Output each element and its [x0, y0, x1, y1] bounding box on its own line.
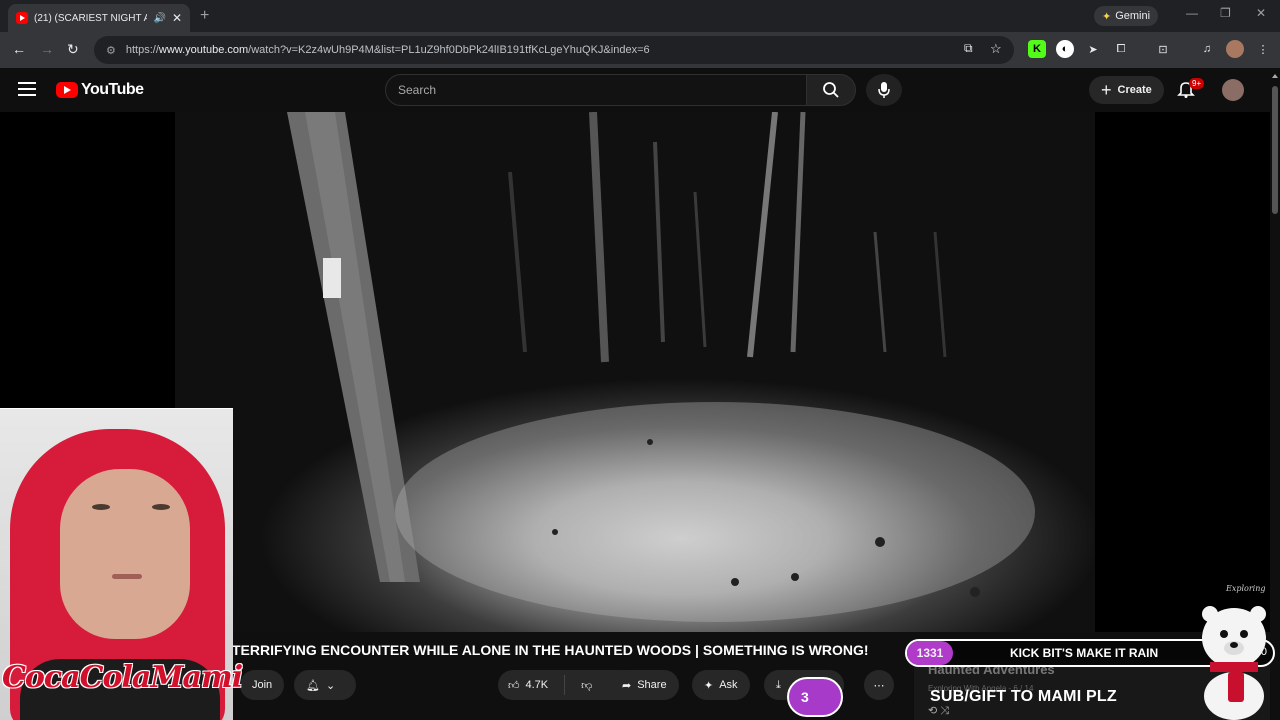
speaker-icon[interactable]: 🔊 [153, 13, 165, 24]
tab-title: (21) (SCARIEST NIGHT ALO [34, 12, 148, 24]
webcam-face [60, 469, 190, 639]
more-actions-button[interactable]: ⋯ [864, 670, 894, 700]
restore-icon[interactable]: ❐ [1220, 6, 1231, 20]
create-button[interactable]: + Create [1089, 76, 1164, 104]
tab-search-icon[interactable]: ⊡ [1154, 40, 1172, 58]
close-window-icon[interactable]: ✕ [1256, 6, 1266, 20]
youtube-logo[interactable]: YouTube [56, 81, 144, 99]
account-avatar[interactable] [1222, 79, 1244, 101]
dislike-button[interactable]: 👎︎ [571, 670, 602, 700]
bookmark-star-icon[interactable]: ☆ [990, 41, 1002, 57]
install-app-icon[interactable]: ⧉ [964, 41, 973, 56]
browser-tab[interactable]: (21) (SCARIEST NIGHT ALO 🔊 ✕ [8, 4, 190, 32]
bell-icon: 🔔︎ [306, 679, 320, 692]
youtube-play-icon [56, 82, 78, 98]
subscription-bell-button[interactable]: 🔔︎ ⌄ [294, 670, 356, 700]
back-icon[interactable]: ← [12, 41, 26, 57]
extension-arrow-icon[interactable]: ➤ [1084, 40, 1102, 58]
plus-icon: + [1101, 79, 1112, 100]
minimize-icon[interactable]: — [1186, 6, 1198, 20]
notification-badge: 9+ [1189, 78, 1205, 89]
chevron-down-icon: ⌄ [325, 679, 336, 692]
polar-bear-mascot-icon [1202, 606, 1266, 720]
bear-label: Exploring [1226, 584, 1266, 593]
youtube-logo-text: YouTube [81, 81, 144, 98]
browser-menu-icon[interactable]: ⋮ [1254, 40, 1272, 58]
extension-circle-icon[interactable]: ◐ [1056, 40, 1074, 58]
browser-tab-bar: (21) (SCARIEST NIGHT ALO 🔊 ✕ + ✦ Gemini … [0, 0, 1280, 32]
sparkle-icon: ✦ [704, 679, 714, 692]
profile-avatar[interactable] [1226, 40, 1244, 58]
playlist-loop-shuffle-icons[interactable]: ⟲ ⤨ [928, 704, 949, 718]
streamer-signature: CocaColaMami [2, 660, 243, 695]
kick-extension-icon[interactable]: K [1028, 40, 1046, 58]
youtube-header: YouTube Search + Create 9+ [0, 68, 1270, 112]
share-button[interactable]: ➦ Share [610, 670, 679, 700]
microphone-icon [878, 82, 890, 98]
address-bar[interactable]: ⚙ https://www.youtube.com/watch?v=K2z4wU… [94, 36, 1014, 64]
site-info-icon[interactable]: ⚙ [106, 44, 116, 57]
goal-text: KICK BIT'S MAKE IT RAIN [1010, 646, 1159, 660]
webcam-eye-left [92, 504, 110, 510]
subgift-banner: SUB/GIFT TO MAMI PLZ [930, 688, 1117, 705]
counter-bubble: 3 [787, 677, 843, 717]
thumbs-down-icon: 👎︎ [581, 679, 593, 692]
youtube-favicon-icon [16, 12, 28, 24]
reload-icon[interactable]: ↻ [67, 41, 79, 58]
close-tab-icon[interactable]: ✕ [172, 11, 182, 25]
create-label: Create [1117, 84, 1152, 96]
webcam-mouth [112, 574, 142, 579]
like-button[interactable]: 👍︎ 4.7K [498, 670, 558, 700]
video-title: TERRIFYING ENCOUNTER WHILE ALONE IN THE … [232, 642, 869, 658]
search-button[interactable] [806, 74, 856, 106]
browser-toolbar: ← → ↻ ⚙ https://www.youtube.com/watch?v=… [0, 32, 1280, 68]
extensions-puzzle-icon[interactable]: ⧠ [1112, 40, 1130, 58]
new-tab-icon[interactable]: + [200, 7, 209, 25]
media-control-icon[interactable]: ♫ [1198, 40, 1216, 58]
video-frame [175, 112, 1095, 632]
more-icon: ⋯ [873, 679, 885, 692]
scroll-up-arrow-icon[interactable] [1272, 74, 1278, 78]
ask-button[interactable]: ✦ Ask [692, 670, 750, 700]
like-count: 4.7K [525, 679, 549, 691]
scrollbar-thumb[interactable] [1272, 86, 1278, 214]
gemini-label: Gemini [1115, 10, 1151, 22]
forward-icon[interactable]: → [40, 41, 54, 57]
download-icon: ⤓ [776, 678, 781, 691]
search-input[interactable]: Search [385, 74, 807, 106]
share-icon: ➦ [622, 679, 632, 692]
voice-search-button[interactable] [866, 74, 902, 106]
url-text: https://www.youtube.com/watch?v=K2z4wUh9… [125, 44, 650, 56]
gemini-icon: ✦ [1102, 10, 1112, 23]
like-divider [564, 675, 566, 695]
search-icon [823, 82, 839, 98]
forest-scene [287, 112, 1035, 622]
share-label: Share [637, 679, 667, 691]
ask-label: Ask [719, 679, 738, 691]
webcam-eye-right [152, 504, 170, 510]
gemini-button[interactable]: ✦ Gemini [1094, 6, 1159, 26]
goal-count: 1331 [907, 641, 953, 665]
join-label: Join [252, 679, 273, 691]
counter-number: 3 [801, 689, 809, 705]
thumbs-up-icon: 👍︎ [508, 679, 520, 692]
hamburger-menu-icon[interactable] [18, 82, 36, 96]
join-button[interactable]: Join [240, 670, 285, 700]
